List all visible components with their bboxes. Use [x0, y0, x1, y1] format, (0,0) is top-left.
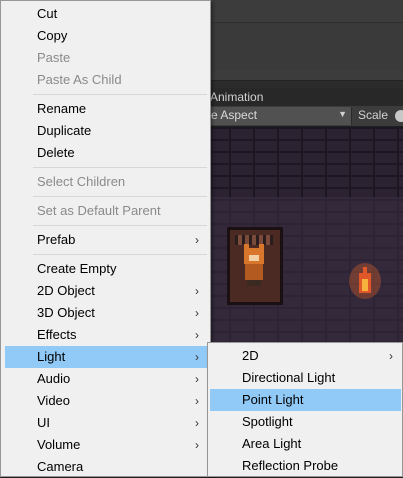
menu-item-audio[interactable]: Audio › — [5, 368, 207, 390]
inspector-panel — [205, 0, 403, 81]
chevron-right-icon: › — [195, 438, 199, 452]
menu-item-set-default-parent[interactable]: Set as Default Parent — [5, 200, 207, 222]
menu-item-label: Delete — [37, 145, 75, 160]
fox-legs — [247, 280, 261, 286]
menu-item-label: Prefab — [37, 232, 76, 247]
menu-item-label: Directional Light — [242, 370, 336, 385]
fox-face — [249, 255, 259, 261]
menu-item-label: Video — [37, 393, 71, 408]
fox-body — [245, 264, 263, 280]
submenu-item-point-light[interactable]: Point Light — [210, 389, 401, 411]
chevron-right-icon: › — [195, 372, 199, 386]
menu-item-3d-object[interactable]: 3D Object › — [5, 302, 207, 324]
chevron-right-icon: › — [195, 350, 199, 364]
dungeon-door — [227, 227, 283, 305]
menu-item-label: Select Children — [37, 174, 126, 189]
torch-flame-sprite — [349, 263, 381, 299]
menu-item-paste-as-child[interactable]: Paste As Child — [5, 69, 207, 91]
menu-item-volume[interactable]: Volume › — [5, 434, 207, 456]
hierarchy-context-menu: Cut Copy Paste Paste As Child Rename Dup… — [0, 0, 211, 477]
menu-item-label: Set as Default Parent — [37, 203, 161, 218]
menu-item-create-empty[interactable]: Create Empty — [5, 258, 207, 280]
menu-item-video[interactable]: Video › — [5, 390, 207, 412]
menu-separator — [33, 167, 207, 168]
menu-separator — [33, 254, 207, 255]
chevron-right-icon: › — [195, 233, 199, 247]
menu-item-label: Reflection Probe — [242, 458, 339, 473]
menu-item-rename[interactable]: Rename — [5, 98, 207, 120]
aspect-dropdown-value: e Aspect — [211, 108, 258, 122]
submenu-item-2d[interactable]: 2D › — [210, 345, 401, 367]
menu-item-ui[interactable]: UI › — [5, 412, 207, 434]
menu-item-label: Camera — [37, 459, 84, 474]
submenu-item-area-light[interactable]: Area Light — [210, 433, 401, 455]
menu-item-label: Spotlight — [242, 414, 293, 429]
menu-item-label: Copy — [37, 28, 68, 43]
flame-inner — [362, 279, 368, 291]
aspect-dropdown[interactable]: e Aspect ▼ — [205, 107, 352, 125]
menu-item-prefab[interactable]: Prefab › — [5, 229, 207, 251]
menu-item-label: Paste — [37, 50, 71, 65]
menu-separator — [33, 225, 207, 226]
menu-item-label: Cut — [37, 6, 58, 21]
menu-item-label: 2D — [242, 348, 259, 363]
menu-item-cut[interactable]: Cut — [5, 3, 207, 25]
menu-item-duplicate[interactable]: Duplicate — [5, 120, 207, 142]
scale-label: Scale — [358, 108, 389, 122]
menu-item-label: Volume — [37, 437, 81, 452]
chevron-right-icon: › — [195, 328, 199, 342]
menu-item-label: 2D Object — [37, 283, 95, 298]
submenu-item-reflection-probe[interactable]: Reflection Probe — [210, 455, 401, 477]
menu-item-delete[interactable]: Delete — [5, 142, 207, 164]
menu-item-label: Rename — [37, 101, 87, 116]
menu-item-label: Paste As Child — [37, 72, 122, 87]
submenu-item-spotlight[interactable]: Spotlight — [210, 411, 401, 433]
menu-item-copy[interactable]: Copy — [5, 25, 207, 47]
tab-animation[interactable]: Animation — [210, 90, 263, 104]
menu-item-light[interactable]: Light › — [5, 346, 207, 368]
menu-item-2d-object[interactable]: 2D Object › — [5, 280, 207, 302]
panel-content — [213, 22, 403, 70]
menu-item-effects[interactable]: Effects › — [5, 324, 207, 346]
menu-separator — [33, 196, 207, 197]
chevron-right-icon: › — [195, 284, 199, 298]
menu-item-camera[interactable]: Camera — [5, 456, 207, 478]
chevron-right-icon: › — [389, 349, 393, 363]
scale-slider-knob[interactable] — [395, 110, 403, 122]
chevron-right-icon: › — [195, 416, 199, 430]
menu-item-label: UI — [37, 415, 50, 430]
fox-character-sprite — [242, 244, 266, 288]
menu-item-label: Light — [37, 349, 66, 364]
menu-separator — [33, 94, 207, 95]
menu-item-label: Area Light — [242, 436, 302, 451]
menu-item-label: Audio — [37, 371, 71, 386]
light-submenu: 2D › Directional Light Point Light Spotli… — [207, 342, 403, 477]
menu-item-paste[interactable]: Paste — [5, 47, 207, 69]
menu-item-label: Effects — [37, 327, 77, 342]
menu-item-label: Create Empty — [37, 261, 117, 276]
menu-item-label: Duplicate — [37, 123, 92, 138]
menu-item-select-children[interactable]: Select Children — [5, 171, 207, 193]
chevron-right-icon: › — [195, 306, 199, 320]
submenu-item-directional-light[interactable]: Directional Light — [210, 367, 401, 389]
caret-down-icon: ▼ — [338, 109, 347, 119]
menu-item-label: 3D Object — [37, 305, 95, 320]
door-bars — [235, 235, 273, 245]
menu-item-label: Point Light — [242, 392, 304, 407]
chevron-right-icon: › — [195, 394, 199, 408]
